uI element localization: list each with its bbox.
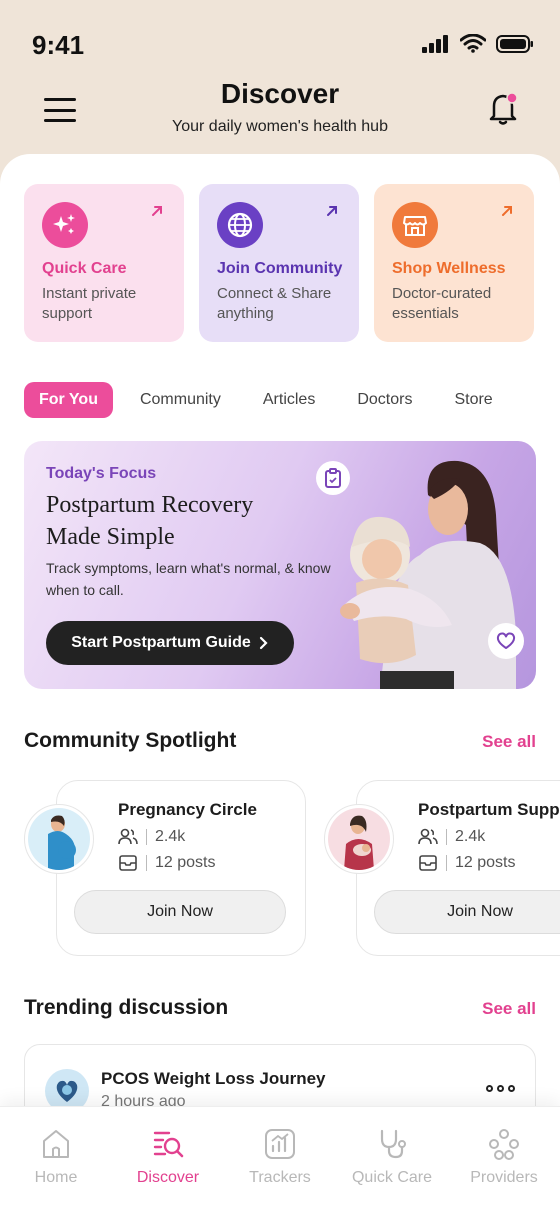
posts-count: 12 posts <box>155 854 216 871</box>
arrow-up-right-icon <box>327 206 337 216</box>
join-community-card[interactable]: Join Community Connect & Share anything <box>199 184 359 342</box>
quick-care-card[interactable]: Quick Care Instant private support <box>24 184 184 342</box>
members-count: 2.4k <box>455 828 486 845</box>
banner-title: Postpartum Recovery Made Simple <box>46 492 254 550</box>
trending-title: PCOS Weight Loss Journey <box>101 1069 326 1088</box>
nav-label: Quick Care <box>351 1169 433 1186</box>
sparkle-icon <box>42 202 88 248</box>
quick-card-desc: Instant private support <box>42 285 137 322</box>
tab-store[interactable]: Store <box>439 382 507 418</box>
nav-providers[interactable]: Providers <box>448 1107 560 1212</box>
status-bar: 9:41 <box>0 0 560 80</box>
status-time: 9:41 <box>32 30 85 60</box>
mother-baby-image <box>340 460 516 689</box>
wifi-icon <box>460 34 486 53</box>
arrow-up-right-icon <box>152 206 162 216</box>
chart-icon <box>265 1129 295 1159</box>
nav-label: Providers <box>470 1169 538 1186</box>
bottom-nav: Home Discover Trackers Quick Care Provid… <box>0 1106 560 1212</box>
clipboard-button[interactable] <box>316 461 350 495</box>
header: Discover Your daily women's health hub <box>0 74 560 154</box>
notification-button[interactable] <box>484 88 524 128</box>
nav-trackers[interactable]: Trackers <box>224 1107 336 1212</box>
tab-community[interactable]: Community <box>125 382 236 418</box>
focus-banner[interactable]: Today's Focus Postpartum Recovery Made S… <box>24 441 536 689</box>
discover-icon <box>153 1131 184 1158</box>
nav-label: Discover <box>136 1169 200 1186</box>
quick-card-desc: Doctor-curated essentials <box>392 285 492 322</box>
trending-section-title: Trending discussion <box>24 996 229 1019</box>
quick-card-desc: Connect & Share anything <box>217 285 332 322</box>
inbox-icon <box>419 855 437 871</box>
posts-stat: 12 posts <box>118 854 215 872</box>
nav-home[interactable]: Home <box>0 1107 112 1212</box>
focus-label: Today's Focus <box>46 465 157 482</box>
quick-card-title: Shop Wellness <box>392 260 506 277</box>
members-stat: 2.4k <box>118 828 185 846</box>
mother-baby-icon <box>344 815 374 870</box>
providers-icon <box>489 1129 519 1160</box>
posts-count: 12 posts <box>455 854 516 871</box>
tab-doctors[interactable]: Doctors <box>342 382 427 418</box>
stethoscope-icon <box>380 1129 406 1159</box>
start-guide-label: Start Postpartum Guide <box>71 634 251 651</box>
favorite-button[interactable] <box>488 623 524 659</box>
avatar <box>324 804 394 874</box>
quick-actions: Quick Care Instant private support Join … <box>24 184 534 342</box>
status-icons <box>422 34 534 53</box>
heart-globe-icon <box>56 1080 78 1102</box>
posts-stat: 12 posts <box>418 854 515 872</box>
trending-see-all-link[interactable]: See all <box>482 999 536 1019</box>
store-icon <box>392 202 438 248</box>
nav-quick-care[interactable]: Quick Care <box>336 1107 448 1212</box>
pregnant-woman-icon <box>48 815 76 870</box>
members-stat: 2.4k <box>418 828 485 846</box>
nav-label: Home <box>34 1169 78 1186</box>
quick-card-title: Quick Care <box>42 260 127 277</box>
category-tabs: For You Community Articles Doctors Store <box>24 381 520 419</box>
community-carousel: Pregnancy Circle 2.4k 12 posts Join Now … <box>24 780 560 960</box>
community-card[interactable]: Postpartum Supp 2.4k 12 posts Join Now <box>324 780 560 956</box>
more-options-icon[interactable] <box>486 1085 515 1092</box>
community-name: Postpartum Supp <box>418 800 560 819</box>
community-section-title: Community Spotlight <box>24 729 237 752</box>
chevron-right-icon <box>259 636 268 650</box>
nav-discover[interactable]: Discover <box>112 1107 224 1212</box>
tab-for-you[interactable]: For You <box>24 382 113 418</box>
members-count: 2.4k <box>155 828 186 845</box>
page-subtitle: Your daily women's health hub <box>172 118 388 135</box>
banner-desc: Track symptoms, learn what's normal, & k… <box>46 560 331 598</box>
arrow-up-right-icon <box>502 206 512 216</box>
shop-wellness-card[interactable]: Shop Wellness Doctor-curated essentials <box>374 184 534 342</box>
users-icon <box>118 828 138 845</box>
trending-item[interactable]: PCOS Weight Loss Journey 2 hours ago <box>24 1044 536 1114</box>
join-now-button[interactable]: Join Now <box>74 890 286 934</box>
join-now-button[interactable]: Join Now <box>374 890 560 934</box>
start-guide-button[interactable]: Start Postpartum Guide <box>46 621 294 665</box>
heart-icon <box>496 632 516 649</box>
home-icon <box>43 1130 69 1158</box>
globe-icon <box>217 202 263 248</box>
users-icon <box>418 828 438 845</box>
community-see-all-link[interactable]: See all <box>482 732 536 752</box>
inbox-icon <box>119 855 137 871</box>
clipboard-icon <box>325 468 341 488</box>
bell-icon <box>489 92 518 125</box>
page-title: Discover <box>220 78 340 109</box>
avatar <box>24 804 94 874</box>
app-screen: 9:41 Discover Your daily women's health … <box>0 0 560 1212</box>
quick-card-title: Join Community <box>217 260 343 277</box>
content-sheet: Quick Care Instant private support Join … <box>0 154 560 1114</box>
community-card[interactable]: Pregnancy Circle 2.4k 12 posts Join Now <box>24 780 306 956</box>
community-name: Pregnancy Circle <box>118 800 257 819</box>
battery-icon <box>496 34 533 53</box>
signal-icon <box>422 34 448 53</box>
tab-articles[interactable]: Articles <box>248 382 330 418</box>
nav-label: Trackers <box>249 1169 311 1186</box>
